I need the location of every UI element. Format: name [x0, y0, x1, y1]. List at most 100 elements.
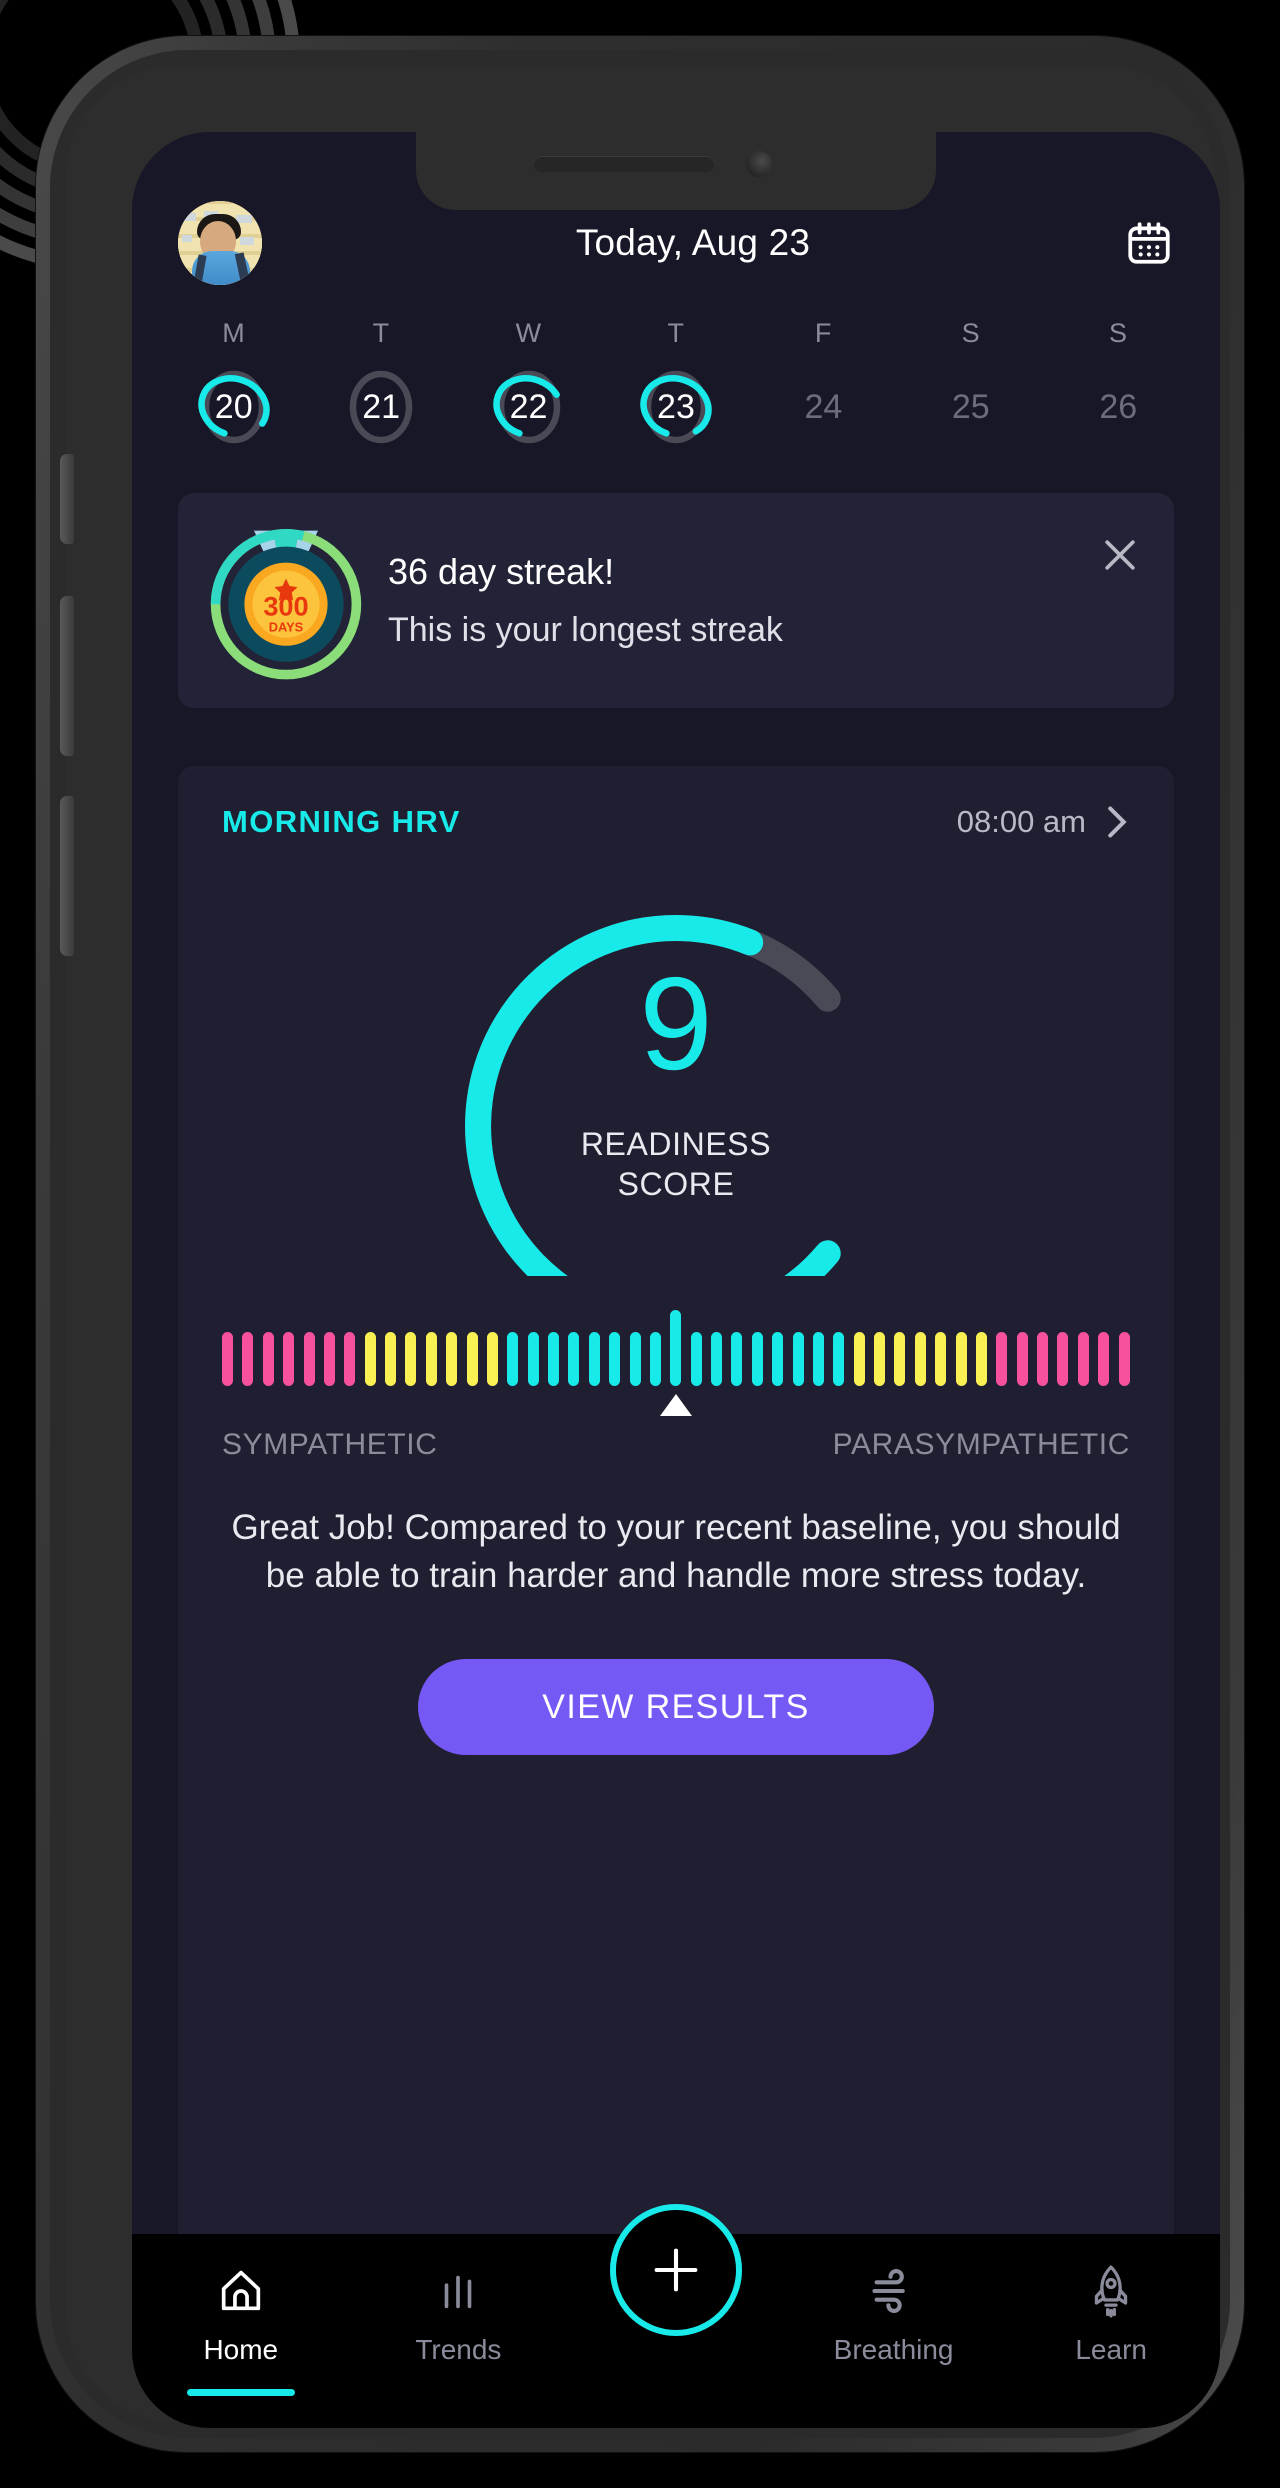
earpiece-speaker [534, 156, 714, 172]
day-of-week-label: T [667, 318, 685, 348]
balance-bar [527, 1332, 539, 1386]
nav-item-breathing[interactable]: Breathing [785, 2260, 1003, 2366]
day-cell-22[interactable]: W 22 [455, 318, 602, 445]
notch [416, 132, 936, 210]
balance-bar [222, 1332, 233, 1386]
gauge-center-text: 9 READINESS SCORE [416, 958, 936, 1204]
streak-text-block: 36 day streak! This is your longest stre… [388, 551, 1146, 650]
streak-banner[interactable]: 300 DAYS 36 day streak! This is your lon… [178, 493, 1174, 708]
day-number: 24 [804, 387, 843, 426]
day-of-week-label: W [515, 318, 542, 348]
nav-item-trends[interactable]: Trends [350, 2260, 568, 2366]
balance-label-right: PARASYMPATHETIC [832, 1428, 1130, 1461]
app-content: Today, Aug 23 M 20 T 21 W 22 T 23 F 24 S 25 S [132, 132, 1220, 2428]
streak-badge-number: 300 [263, 590, 308, 621]
balance-bar [405, 1332, 417, 1386]
avatar-window [240, 237, 254, 245]
balance-bar [548, 1332, 559, 1386]
view-results-button[interactable]: VIEW RESULTS [418, 1659, 934, 1756]
page-title: Today, Aug 23 [575, 222, 811, 263]
balance-bar [853, 1332, 865, 1386]
day-of-week-label: F [814, 318, 832, 348]
hrv-timestamp: 08:00 am [956, 804, 1086, 839]
balance-bar [1037, 1332, 1048, 1386]
close-icon[interactable] [1098, 533, 1142, 577]
balance-bar [649, 1332, 661, 1386]
readiness-score-value: 9 [639, 950, 713, 1097]
day-number: 20 [214, 387, 253, 426]
balance-bar [975, 1332, 987, 1386]
balance-bar [792, 1332, 804, 1386]
balance-bar [486, 1332, 498, 1386]
day-ring: 21 [338, 369, 424, 445]
balance-bar [242, 1332, 254, 1386]
nav-item-learn[interactable]: Learn [1002, 2260, 1220, 2366]
streak-badge-unit: DAYS [269, 619, 304, 634]
day-ring: 23 [633, 369, 719, 445]
volume-up-button[interactable] [60, 596, 74, 756]
week-strip: M 20 T 21 W 22 T 23 F 24 S 25 S 26 [132, 318, 1220, 445]
day-number: 26 [1099, 387, 1138, 426]
balance-bars [222, 1310, 1130, 1386]
nav-label-breathing: Breathing [833, 2334, 954, 2365]
calendar-icon[interactable] [1124, 218, 1174, 268]
balance-bar [588, 1332, 600, 1386]
day-cell-25[interactable]: S 25 [897, 318, 1044, 445]
phone-screen: Today, Aug 23 M 20 T 21 W 22 T 23 F 24 S 25 S [132, 132, 1220, 2428]
hrv-card-header[interactable]: MORNING HRV 08:00 am [222, 804, 1130, 840]
bottom-navigation: Home Trends Breathing Learn [132, 2204, 1220, 2428]
rocket-icon [1086, 2260, 1136, 2322]
balance-bar [670, 1310, 682, 1386]
balance-bar [711, 1332, 722, 1386]
day-cell-26[interactable]: S 26 [1045, 318, 1192, 445]
morning-hrv-card: MORNING HRV 08:00 am 9 READINESS SCORE S… [178, 766, 1174, 2428]
nav-label-learn: Learn [1075, 2334, 1147, 2365]
balance-bar [812, 1332, 824, 1386]
day-of-week-label: T [372, 318, 390, 348]
balance-bar [466, 1332, 478, 1386]
day-ring: 26 [1075, 369, 1161, 445]
balance-bar [629, 1332, 641, 1386]
balance-bar [344, 1332, 356, 1386]
day-cell-20[interactable]: M 20 [160, 318, 307, 445]
day-cell-23[interactable]: T 23 [602, 318, 749, 445]
avatar[interactable] [178, 201, 262, 285]
plus-icon [654, 2248, 698, 2292]
balance-bar [568, 1332, 580, 1386]
nav-label-trends: Trends [415, 2334, 502, 2365]
add-button[interactable] [609, 2204, 742, 2336]
bar-chart-icon [435, 2260, 481, 2322]
balance-bar [772, 1332, 784, 1386]
streak-title: 36 day streak! [388, 551, 615, 592]
balance-bar [283, 1332, 295, 1386]
balance-bar [303, 1332, 315, 1386]
front-camera [746, 151, 772, 177]
screenshot-root: Today, Aug 23 M 20 T 21 W 22 T 23 F 24 S 25 S [0, 0, 1280, 2488]
day-ring: 24 [780, 369, 866, 445]
day-ring: 25 [928, 369, 1014, 445]
balance-bar [323, 1332, 335, 1386]
balance-bar [874, 1332, 885, 1386]
balance-axis-labels: SYMPATHETIC PARASYMPATHETIC [222, 1428, 1130, 1462]
nav-label-home: Home [203, 2334, 279, 2365]
balance-bar [1098, 1332, 1110, 1386]
day-ring: 22 [486, 369, 572, 445]
day-of-week-label: S [1108, 318, 1128, 348]
day-number: 22 [509, 387, 548, 426]
day-ring: 20 [191, 369, 277, 445]
balance-bar [1077, 1332, 1089, 1386]
balance-bar [425, 1332, 437, 1386]
readiness-score-label: READINESS SCORE [416, 1124, 936, 1204]
volume-down-button[interactable] [60, 796, 74, 956]
day-cell-21[interactable]: T 21 [307, 318, 454, 445]
balance-bar [609, 1332, 621, 1386]
day-number: 21 [362, 387, 401, 426]
nav-item-home[interactable]: Home [132, 2260, 350, 2396]
nav-active-indicator [186, 2389, 295, 2396]
autonomic-balance-chart [222, 1310, 1130, 1416]
silent-switch[interactable] [60, 454, 74, 544]
balance-bar [385, 1332, 396, 1386]
day-cell-24[interactable]: F 24 [750, 318, 897, 445]
chevron-right-icon[interactable] [1104, 804, 1130, 840]
balance-bar [364, 1332, 376, 1386]
